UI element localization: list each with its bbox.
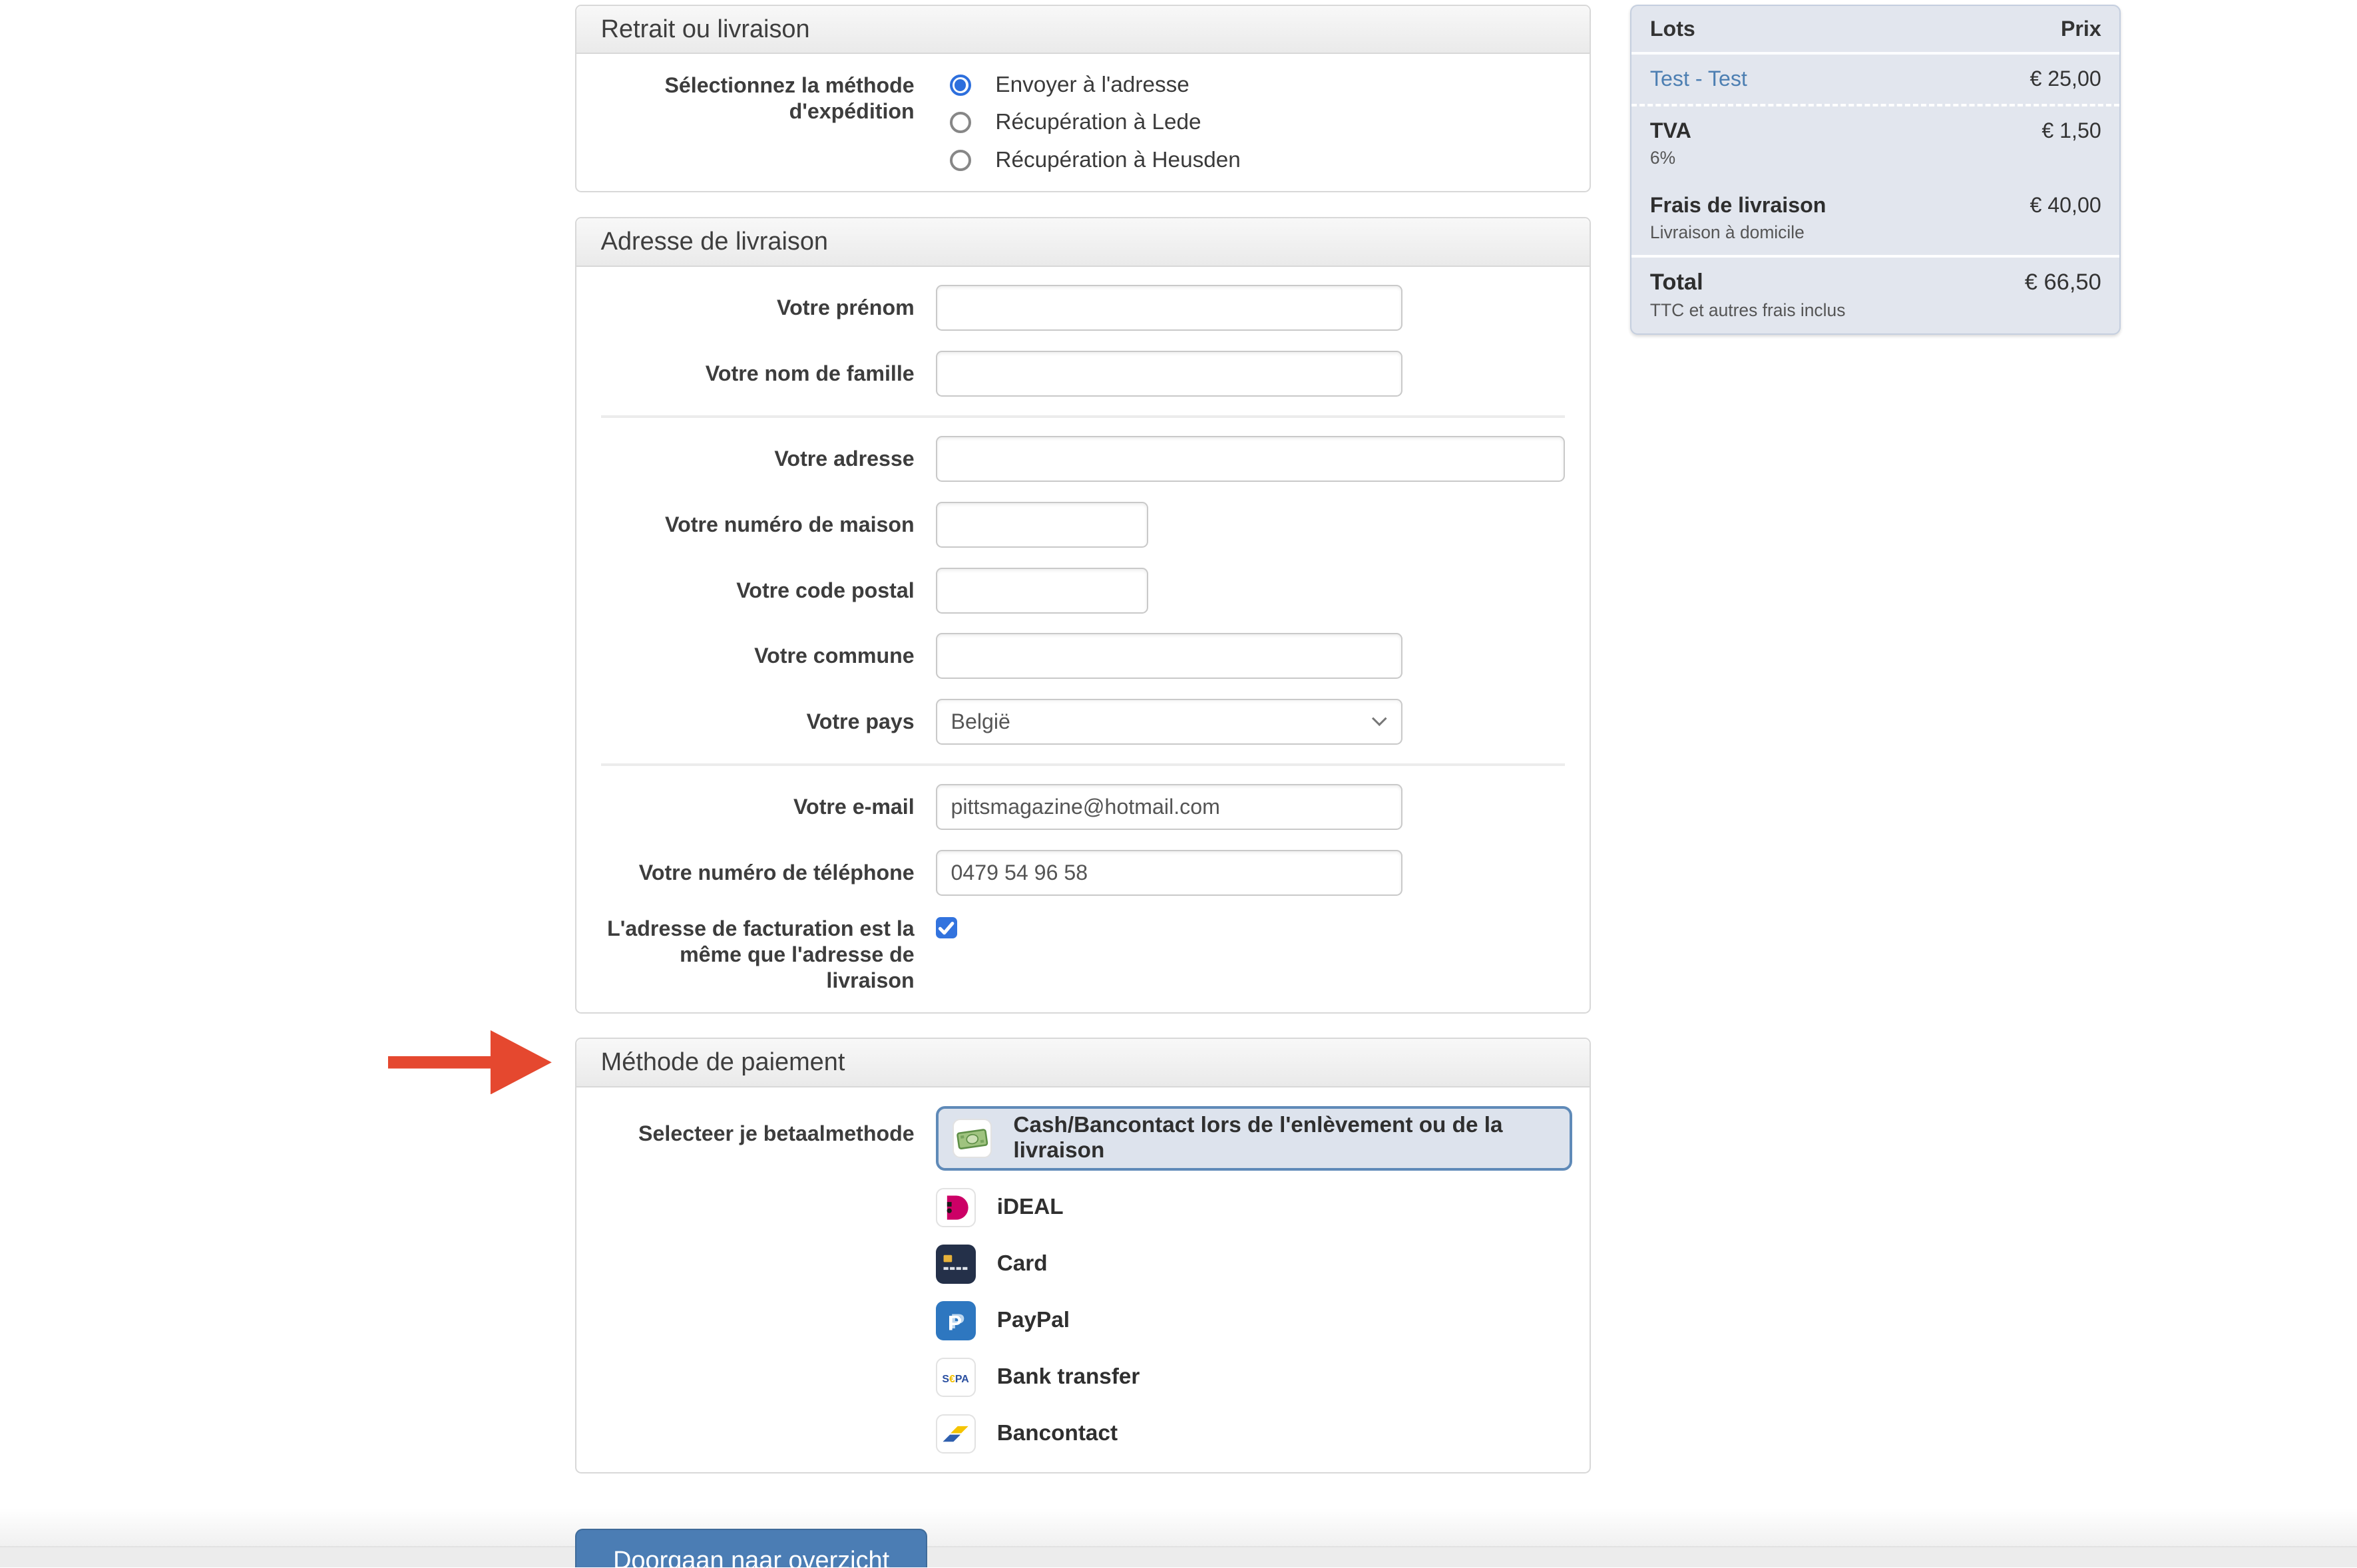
city-label: Votre commune <box>754 644 915 668</box>
ideal-icon <box>935 1187 976 1228</box>
payment-method-label: Selecteer je betaalmethode <box>638 1121 915 1145</box>
shipping-option-pickup-lede[interactable]: Récupération à Lede <box>936 110 1241 135</box>
phone-input[interactable] <box>935 850 1402 896</box>
shipping-fee-sub: Livraison à domicile <box>1649 222 1805 242</box>
shipping-method-panel: Retrait ou livraison Sélectionnez la mét… <box>574 4 1591 193</box>
svg-text:P: P <box>948 1310 962 1334</box>
summary-col-prix: Prix <box>2060 16 2101 41</box>
summary-total-row: Total TTC et autres frais inclus € 66,50 <box>1631 258 2119 333</box>
street-group: Votre adresse Votre numéro de maison Vot… <box>600 415 1565 763</box>
paypal-icon: P P <box>935 1300 976 1341</box>
house-number-label: Votre numéro de maison <box>665 512 915 536</box>
summary-tva-row: TVA 6% € 1,50 <box>1631 106 2119 181</box>
shipping-method-label: Sélectionnez la méthode d'expédition <box>664 73 915 124</box>
radio-icon[interactable] <box>949 149 971 171</box>
shipping-options: Envoyer à l'adresse Récupération à Lede … <box>936 73 1241 173</box>
city-input[interactable] <box>935 633 1402 680</box>
cash-banknote-icon <box>952 1118 992 1159</box>
radio-selected-icon[interactable] <box>949 74 971 97</box>
billing-same-checkbox[interactable] <box>935 917 957 939</box>
payment-option-card[interactable]: Card <box>935 1244 1572 1284</box>
delivery-address-panel: Adresse de livraison Votre prénom Votre … <box>574 217 1591 1014</box>
country-select[interactable]: België <box>935 699 1402 745</box>
checkout-page: Retrait ou livraison Sélectionnez la mét… <box>0 0 2357 1568</box>
last-name-input[interactable] <box>935 351 1402 397</box>
payment-method-panel: Méthode de paiement Selecteer je betaalm… <box>388 1030 1591 1473</box>
shipping-panel-title: Retrait ou livraison <box>576 5 1590 55</box>
order-summary-header: Lots Prix <box>1631 6 2120 55</box>
total-sub: TTC et autres frais inclus <box>1649 300 1846 321</box>
svg-text:S€PA: S€PA <box>943 1374 970 1385</box>
checkout-form-column: Retrait ou livraison Sélectionnez la mét… <box>388 4 1591 1568</box>
house-number-input[interactable] <box>935 501 1149 548</box>
postal-code-label: Votre code postal <box>736 578 915 602</box>
payment-panel-title: Méthode de paiement <box>576 1039 1590 1087</box>
street-label: Votre adresse <box>774 447 915 471</box>
shipping-option-send-to-address[interactable]: Envoyer à l'adresse <box>936 73 1241 98</box>
order-summary-panel: Lots Prix Test - Test € 25,00 TVA 6% € 1… <box>1630 4 2121 335</box>
check-icon <box>939 921 955 934</box>
last-name-label: Votre nom de famille <box>705 361 915 385</box>
tva-label: TVA <box>1649 118 1691 143</box>
country-label: Votre pays <box>806 709 915 734</box>
payment-panel-body: Selecteer je betaalmethode Cash/Banconta… <box>576 1087 1590 1472</box>
bancontact-icon <box>935 1414 976 1454</box>
name-group: Votre prénom Votre nom de famille <box>601 267 1565 415</box>
shipping-fee-price: € 40,00 <box>2030 192 2101 217</box>
payment-option-bancontact[interactable]: Bancontact <box>935 1414 1572 1454</box>
email-label: Votre e-mail <box>793 795 915 819</box>
postal-code-input[interactable] <box>935 567 1149 614</box>
summary-shipping-row: Frais de livraison Livraison à domicile … <box>1631 180 2120 258</box>
shipping-fee-label: Frais de livraison <box>1649 192 1826 217</box>
radio-icon[interactable] <box>949 112 971 134</box>
first-name-input[interactable] <box>935 285 1402 331</box>
summary-item-row: Test - Test € 25,00 <box>1631 55 2120 106</box>
payment-option-cash-bancontact[interactable]: Cash/Bancontact lors de l'enlèvement ou … <box>935 1105 1572 1171</box>
billing-same-label: L'adresse de facturation est la même que… <box>607 916 915 993</box>
payment-option-ideal[interactable]: iDEAL <box>935 1187 1572 1228</box>
email-input[interactable] <box>935 784 1402 831</box>
total-label: Total <box>1649 270 1703 295</box>
credit-card-icon <box>935 1244 976 1284</box>
payment-option-paypal[interactable]: P P PayPal <box>935 1300 1572 1341</box>
item-price: € 25,00 <box>2030 67 2101 91</box>
address-panel-body: Votre prénom Votre nom de famille Votre … <box>576 267 1590 1012</box>
total-price: € 66,50 <box>2024 270 2101 295</box>
payment-option-bank-transfer[interactable]: S€PA Bank transfer <box>935 1357 1572 1398</box>
item-link[interactable]: Test - Test <box>1650 67 1747 91</box>
tva-price: € 1,50 <box>2041 118 2101 143</box>
phone-label: Votre numéro de téléphone <box>638 861 915 885</box>
shipping-panel-body: Sélectionnez la méthode d'expédition Env… <box>576 54 1590 191</box>
payment-options: Cash/Bancontact lors de l'enlèvement ou … <box>935 1105 1572 1454</box>
contact-group: Votre e-mail Votre numéro de téléphone L… <box>600 763 1565 1012</box>
first-name-label: Votre prénom <box>777 295 915 320</box>
street-input[interactable] <box>935 436 1565 482</box>
shipping-option-pickup-heusden[interactable]: Récupération à Heusden <box>936 148 1241 173</box>
continue-to-overview-button[interactable]: Doorgaan naar overzicht <box>574 1528 928 1568</box>
summary-col-lots: Lots <box>1649 16 1695 41</box>
address-panel-title: Adresse de livraison <box>576 218 1590 267</box>
tva-rate: 6% <box>1649 148 1676 168</box>
red-arrow-annotation <box>388 1030 552 1095</box>
country-select-value: België <box>951 709 1010 734</box>
sepa-icon: S€PA <box>935 1357 976 1398</box>
